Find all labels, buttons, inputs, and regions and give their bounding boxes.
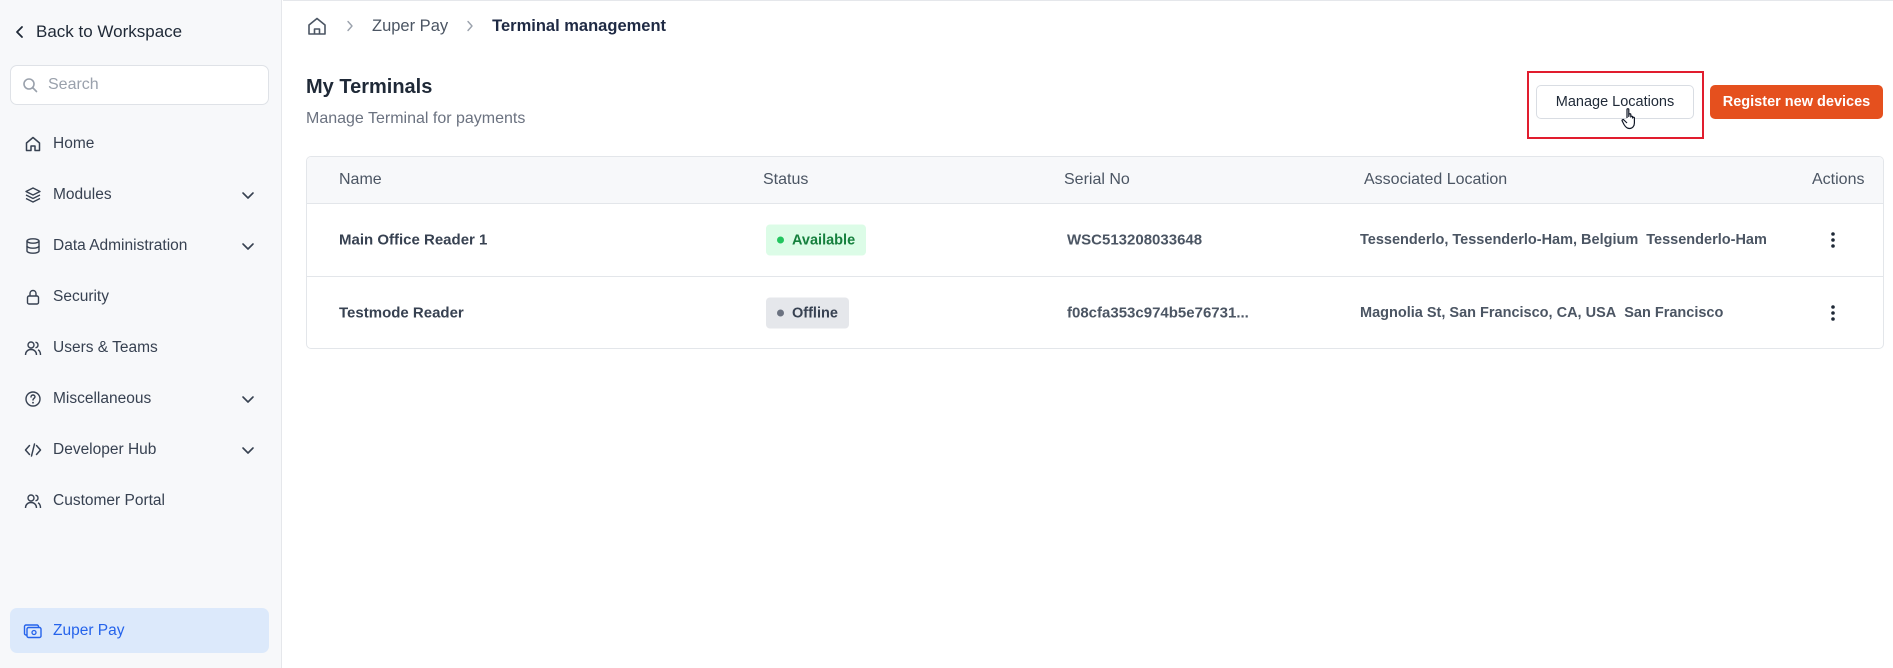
users-icon [23,338,42,357]
more-vertical-icon [1831,232,1835,248]
more-actions-button[interactable] [1823,301,1843,325]
status-badge: Offline [766,297,849,329]
chevron-right-icon [467,20,473,32]
chevron-down-icon[interactable] [241,443,255,457]
column-header-serial: Serial No [1064,171,1130,188]
register-new-devices-button[interactable]: Register new devices [1710,85,1883,119]
sidebar-item-label: Customer Portal [53,491,165,509]
terminals-table: Name Status Serial No Associated Locatio… [306,156,1884,349]
status-cell: Offline [766,297,849,329]
breadcrumb-zuper-pay[interactable]: Zuper Pay [372,17,448,36]
breadcrumb-current: Terminal management [492,16,667,35]
sidebar: Back to Workspace Home Modules Data Admi… [0,0,282,668]
sidebar-item-label: Users & Teams [53,338,158,356]
code-icon [23,440,42,459]
sidebar-item-label: Home [53,134,95,152]
more-actions-button[interactable] [1823,228,1843,252]
home-icon [23,134,42,153]
payment-icon [23,624,42,639]
status-badge: Available [766,224,867,256]
sidebar-item-home[interactable]: Home [10,118,269,169]
location-cell: Magnolia St, San Francisco, CA, USA San F… [1360,305,1723,321]
location-city: Tessenderlo-Ham [1646,232,1767,248]
location-address: Magnolia St, San Francisco, CA, USA [1360,305,1617,321]
sidebar-item-zuper-pay[interactable]: Zuper Pay [10,608,269,653]
location-cell: Tessenderlo, Tessenderlo-Ham, Belgium Tes… [1360,232,1767,248]
sidebar-item-label: Miscellaneous [53,389,152,407]
search-icon [23,78,38,93]
sidebar-item-miscellaneous[interactable]: Miscellaneous [10,373,269,424]
breadcrumb: Zuper Pay Terminal management [306,15,666,37]
database-icon [23,236,42,255]
sidebar-item-data-administration[interactable]: Data Administration [10,220,269,271]
sidebar-item-label: Developer Hub [53,440,157,458]
sidebar-item-security[interactable]: Security [10,271,269,322]
back-to-workspace-link[interactable]: Back to Workspace [14,22,182,42]
more-vertical-icon [1831,305,1835,321]
table-row[interactable]: Testmode Reader Offline f08cfa353c974b5e… [307,277,1883,348]
back-to-workspace-label: Back to Workspace [36,22,183,41]
location-address: Tessenderlo, Tessenderlo-Ham, Belgium [1360,232,1639,248]
page-subtitle: Manage Terminal for payments [306,110,526,127]
sidebar-item-label: Data Administration [53,236,188,254]
page-title: My Terminals [306,76,433,98]
sidebar-item-label: Security [53,287,109,305]
table-header: Name Status Serial No Associated Locatio… [307,157,1883,204]
location-city: San Francisco [1624,305,1724,321]
top-divider [283,0,1893,2]
chevron-down-icon[interactable] [241,239,255,253]
sidebar-search [10,65,269,105]
status-dot [777,236,784,244]
home-icon[interactable] [306,15,328,37]
manage-locations-button[interactable]: Manage Locations [1536,85,1694,119]
lock-icon [23,287,42,306]
sidebar-item-label: Zuper Pay [53,621,125,639]
sidebar-nav: Home Modules Data Administration Securit… [10,118,269,526]
chevron-right-icon [347,20,353,32]
sidebar-item-customer-portal[interactable]: Customer Portal [10,475,269,526]
status-dot [777,309,784,317]
users-icon [23,491,42,510]
column-header-status: Status [763,171,809,188]
column-header-actions: Actions [1812,171,1865,188]
terminal-name: Main Office Reader 1 [339,231,488,249]
status-label: Available [792,232,856,248]
status-label: Offline [792,305,838,321]
chevron-left-icon [16,26,23,38]
search-input[interactable] [48,76,248,94]
sidebar-item-modules[interactable]: Modules [10,169,269,220]
sidebar-item-label: Modules [53,185,112,203]
terminal-name: Testmode Reader [339,304,464,322]
chevron-down-icon[interactable] [241,188,255,202]
sidebar-item-developer-hub[interactable]: Developer Hub [10,424,269,475]
layers-icon [23,185,42,204]
column-header-location: Associated Location [1364,171,1508,188]
column-header-name: Name [339,171,382,188]
chevron-down-icon[interactable] [241,392,255,406]
serial-number: WSC513208033648 [1067,231,1203,249]
help-circle-icon [23,389,42,408]
status-cell: Available [766,224,867,256]
table-row[interactable]: Main Office Reader 1 Available WSC513208… [307,204,1883,277]
serial-number: f08cfa353c974b5e76731... [1067,304,1249,322]
sidebar-item-users-teams[interactable]: Users & Teams [10,322,269,373]
